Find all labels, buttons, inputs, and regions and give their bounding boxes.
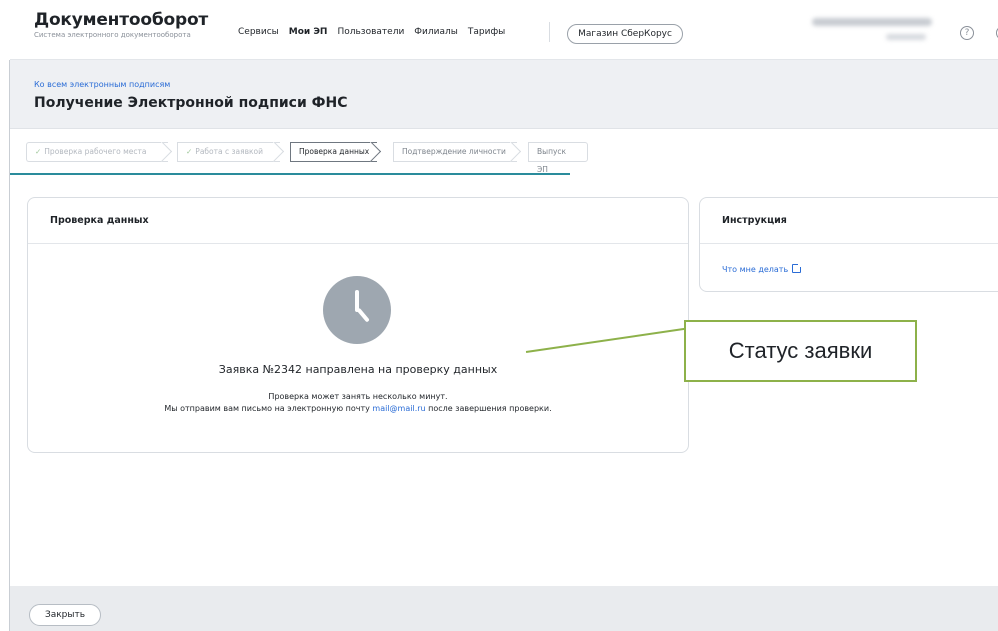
stepper-progress-bar [10, 173, 570, 175]
step-label: Проверка данных [299, 147, 370, 156]
main-nav: Сервисы Мои ЭП Пользователи Филиалы Тари… [238, 27, 515, 37]
status-line-2-prefix: Мы отправим вам письмо на электронную по… [164, 404, 373, 413]
app-logo[interactable]: Документооборот Система электронного док… [34, 10, 208, 39]
step-label: Работа с заявкой [195, 147, 263, 156]
nav-item-users[interactable]: Пользователи [337, 27, 404, 37]
step-arrow-icon [510, 142, 524, 162]
what-to-do-link[interactable]: Что мне делать [722, 263, 803, 274]
footer-bar: Закрыть [10, 586, 998, 631]
user-menu[interactable] [802, 12, 942, 52]
status-line-1: Проверка может занять несколько минут. [268, 392, 448, 401]
process-stepper: ✓ Проверка рабочего места ✓ Работа с заявк… [10, 129, 998, 176]
step-signature-issue[interactable]: Выпуск ЭП [528, 142, 588, 174]
step-workplace-check[interactable]: ✓ Проверка рабочего места [26, 142, 168, 162]
step-application-work[interactable]: ✓ Работа с заявкой [177, 142, 280, 162]
check-icon: ✓ [35, 147, 42, 156]
user-name-redacted [812, 18, 932, 26]
page-title: Получение Электронной подписи ФНС [34, 95, 348, 111]
status-card-header: Проверка данных [28, 198, 688, 244]
store-button[interactable]: Магазин СберКорус [567, 24, 683, 44]
nav-item-services[interactable]: Сервисы [238, 27, 279, 37]
step-arrow-icon [370, 142, 384, 162]
step-arrow-icon [273, 142, 287, 162]
clock-icon [323, 276, 391, 344]
status-card: Проверка данных Заявка №2342 направлена … [27, 197, 689, 453]
nav-item-branches[interactable]: Филиалы [414, 27, 458, 37]
nav-divider [549, 22, 550, 42]
user-org-redacted [886, 34, 926, 40]
nav-item-tariffs[interactable]: Тарифы [468, 27, 505, 37]
close-button[interactable]: Закрыть [29, 604, 101, 626]
annotation-label: Статус заявки [684, 320, 917, 382]
external-link-icon [792, 263, 803, 273]
check-icon: ✓ [186, 147, 193, 156]
step-label: Проверка рабочего места [44, 147, 147, 156]
application-status-title: Заявка №2342 направлена на проверку данн… [218, 363, 498, 376]
step-label: Выпуск ЭП [537, 147, 567, 174]
back-to-signatures-link[interactable]: Ко всем электронным подписям [34, 80, 170, 89]
what-to-do-label: Что мне делать [722, 265, 789, 274]
step-identity-confirmation[interactable]: Подтверждение личности [393, 142, 517, 162]
step-arrow-icon [161, 142, 175, 162]
email-link[interactable]: mail@mail.ru [372, 404, 425, 413]
top-navigation-bar: Документооборот Система электронного док… [10, 0, 998, 60]
logo-subtitle: Система электронного документооборота [34, 31, 191, 39]
step-label: Подтверждение личности [402, 147, 506, 156]
status-description: Проверка может занять несколько минут. М… [28, 391, 688, 415]
logo-title: Документооборот [34, 10, 209, 30]
instruction-card-header: Инструкция [700, 198, 998, 244]
nav-item-my-signatures[interactable]: Мои ЭП [289, 27, 328, 37]
status-line-2-suffix: после завершения проверки. [425, 404, 552, 413]
page-title-band: Ко всем электронным подписям Получение Э… [10, 60, 998, 129]
clock-hand [356, 307, 370, 323]
instruction-card: Инструкция Что мне делать [699, 197, 998, 292]
help-icon[interactable]: ? [960, 26, 974, 40]
status-line-2: Мы отправим вам письмо на электронную по… [28, 403, 688, 415]
step-data-check[interactable]: Проверка данных [290, 142, 377, 162]
